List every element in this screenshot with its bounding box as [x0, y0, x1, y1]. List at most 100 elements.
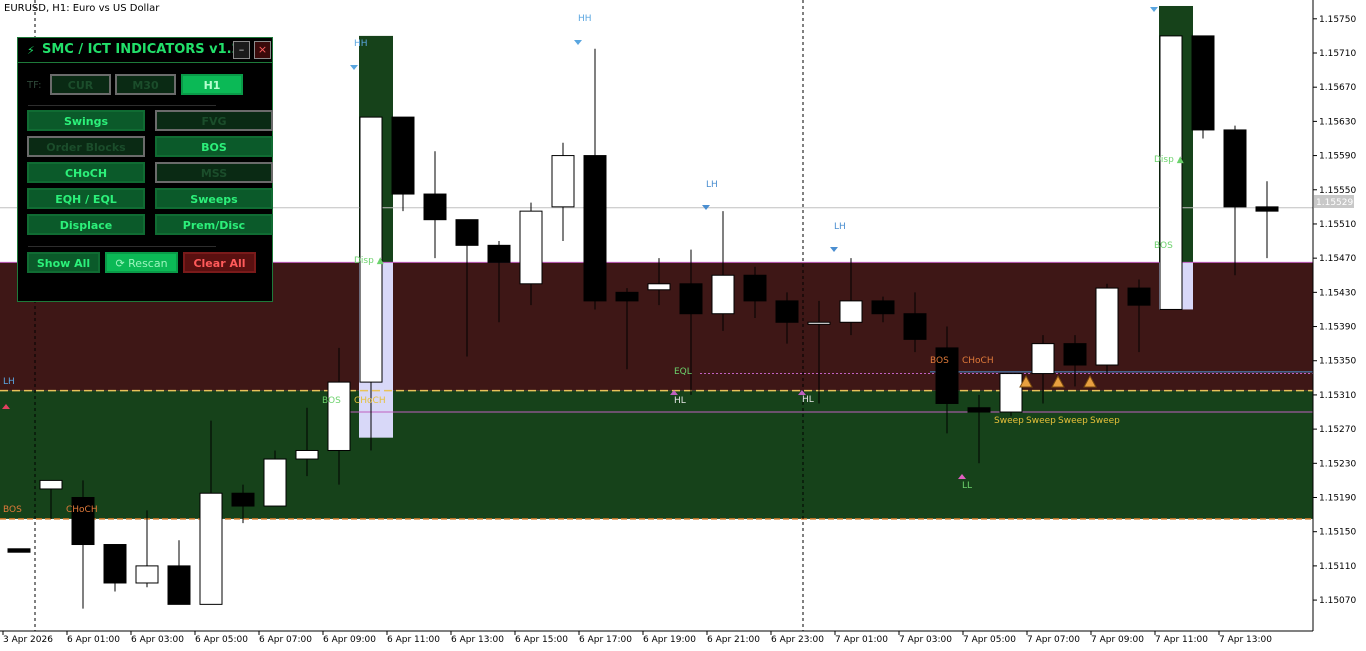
price-tick-label: 1.15550	[1319, 186, 1356, 196]
price-tick-label: 1.15670	[1319, 83, 1356, 93]
time-tick-label: 6 Apr 17:00	[579, 635, 632, 645]
label-lh: LH	[3, 377, 15, 387]
candle-body	[487, 244, 511, 263]
candle-body	[1159, 35, 1183, 310]
candle-body	[1095, 287, 1119, 366]
candle-body	[615, 291, 639, 302]
toggle-swings[interactable]: Swings	[27, 110, 145, 131]
label-hl: HL	[802, 395, 814, 405]
candle-body	[391, 116, 415, 195]
candle-body	[519, 210, 543, 285]
time-tick-label: 7 Apr 03:00	[899, 635, 952, 645]
time-tick-label: 6 Apr 15:00	[515, 635, 568, 645]
time-tick-label: 6 Apr 23:00	[771, 635, 824, 645]
price-tick-label: 1.15590	[1319, 152, 1356, 162]
panel-divider	[28, 246, 216, 247]
price-tick-label: 1.15110	[1319, 562, 1356, 572]
panel-header[interactable]: ⚡ SMC / ICT INDICATORS v1.20 – ×	[18, 38, 272, 63]
minimize-button[interactable]: –	[233, 41, 250, 59]
close-button[interactable]: ×	[254, 41, 271, 59]
tf-button-h1[interactable]: H1	[181, 74, 243, 95]
time-tick-label: 6 Apr 07:00	[259, 635, 312, 645]
timeframe-label: TF:	[27, 80, 42, 91]
price-tick-label: 1.15310	[1319, 391, 1356, 401]
candle-body	[743, 274, 767, 302]
price-tick-label: 1.15390	[1319, 323, 1356, 333]
price-tick-label: 1.15190	[1319, 494, 1356, 504]
candle-body	[999, 373, 1023, 413]
candle-body	[679, 283, 703, 315]
panel-title: SMC / ICT INDICATORS v1.20	[42, 42, 250, 57]
label-bos: BOS	[322, 396, 341, 406]
smc-indicator-panel[interactable]: ⚡ SMC / ICT INDICATORS v1.20 – × TF: CUR…	[17, 37, 273, 302]
candle-body	[839, 300, 863, 323]
candle-body	[871, 300, 895, 315]
toggle-choch[interactable]: CHoCH	[27, 162, 145, 183]
time-tick-label: 7 Apr 01:00	[835, 635, 888, 645]
candle-body	[455, 219, 479, 246]
label-disp: Disp ▲	[1154, 155, 1184, 165]
candle-body	[551, 155, 575, 208]
toggle-prem-disc[interactable]: Prem/Disc	[155, 214, 273, 235]
price-tick-label: 1.15510	[1319, 220, 1356, 230]
toggle-eqh-eql[interactable]: EQH / EQL	[27, 188, 145, 209]
price-tick-label: 1.15270	[1319, 425, 1356, 435]
candle-body	[359, 116, 383, 383]
tf-button-cur[interactable]: CUR	[50, 74, 111, 95]
time-tick-label: 6 Apr 13:00	[451, 635, 504, 645]
candle-body	[263, 458, 287, 507]
time-tick-label: 3 Apr 2026	[3, 635, 53, 645]
candle-body	[583, 155, 607, 302]
candle-body	[7, 548, 31, 553]
rescan-button[interactable]: ⟳ Rescan	[105, 252, 178, 273]
show-all-button[interactable]: Show All	[27, 252, 100, 273]
label-lh: LH	[706, 180, 718, 190]
time-tick-label: 7 Apr 13:00	[1219, 635, 1272, 645]
time-tick-label: 6 Apr 01:00	[67, 635, 120, 645]
price-tick-label: 1.15470	[1319, 254, 1356, 264]
candle-body	[1255, 206, 1279, 212]
candle-body	[1191, 35, 1215, 131]
candle-body	[135, 565, 159, 584]
toggle-order-blocks[interactable]: Order Blocks	[27, 136, 145, 157]
time-tick-label: 6 Apr 11:00	[387, 635, 440, 645]
candle-body	[1127, 287, 1151, 306]
label-eql: EQL	[674, 367, 692, 377]
lightning-icon: ⚡	[27, 44, 35, 57]
price-tick-label: 1.15230	[1319, 459, 1356, 469]
candle-body	[967, 407, 991, 413]
panel-divider	[28, 105, 216, 106]
toggle-fvg[interactable]: FVG	[155, 110, 273, 131]
time-tick-label: 6 Apr 03:00	[131, 635, 184, 645]
label-sweep: Sweep	[1026, 416, 1056, 426]
time-tick-label: 6 Apr 19:00	[643, 635, 696, 645]
tf-button-m30[interactable]: M30	[115, 74, 176, 95]
candle-body	[711, 274, 735, 315]
candle-body	[327, 381, 351, 451]
label-ll: LL	[962, 481, 972, 491]
label-bos: BOS	[1154, 241, 1173, 251]
time-tick-label: 7 Apr 11:00	[1155, 635, 1208, 645]
clear-all-button[interactable]: Clear All	[183, 252, 256, 273]
price-tick-label: 1.15150	[1319, 528, 1356, 538]
price-tick-label: 1.15350	[1319, 357, 1356, 367]
label-sweep: Sweep	[994, 416, 1024, 426]
toggle-mss[interactable]: MSS	[155, 162, 273, 183]
price-tick-label: 1.15630	[1319, 117, 1356, 127]
price-tick-label: 1.15430	[1319, 288, 1356, 298]
time-tick-label: 7 Apr 09:00	[1091, 635, 1144, 645]
toggle-bos[interactable]: BOS	[155, 136, 273, 157]
time-tick-label: 6 Apr 21:00	[707, 635, 760, 645]
label-sweep: Sweep	[1090, 416, 1120, 426]
label-hl: HL	[674, 396, 686, 406]
toggle-sweeps[interactable]: Sweeps	[155, 188, 273, 209]
candle-body	[1223, 129, 1247, 208]
candle-body	[775, 300, 799, 323]
price-tick-label: 1.15750	[1319, 15, 1356, 25]
toggle-displace[interactable]: Displace	[27, 214, 145, 235]
label-bos: BOS	[3, 505, 22, 515]
current-price-label: 1.15529	[1316, 198, 1353, 208]
candle-body	[295, 449, 319, 460]
candle-body	[231, 492, 255, 507]
time-tick-label: 7 Apr 05:00	[963, 635, 1016, 645]
